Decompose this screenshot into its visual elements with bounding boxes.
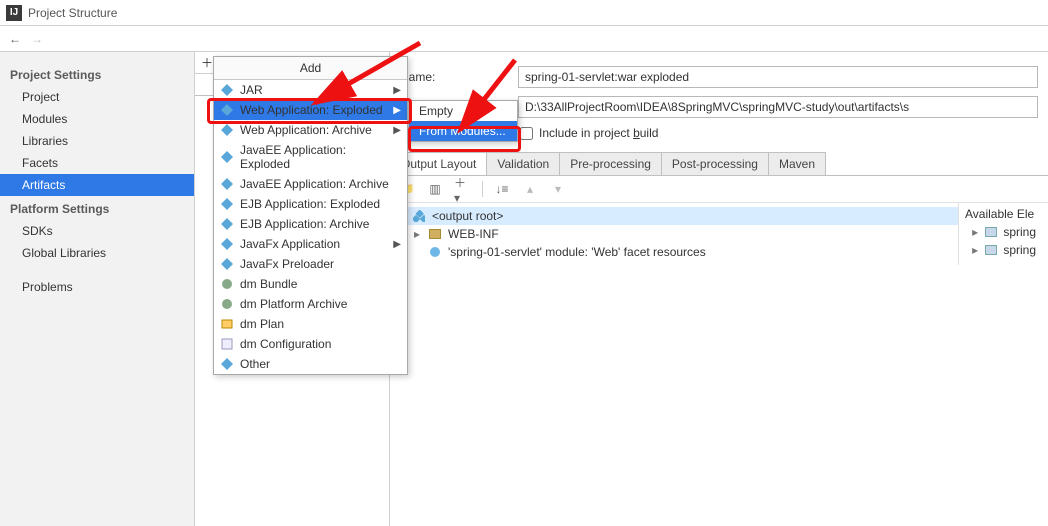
artifact-icon bbox=[412, 209, 426, 223]
web-facet-icon bbox=[428, 245, 442, 259]
sidebar-item-artifacts[interactable]: Artifacts bbox=[0, 174, 194, 196]
available-element[interactable]: ▸spring bbox=[965, 223, 1042, 241]
titlebar: IJ Project Structure bbox=[0, 0, 1048, 26]
menu-item-other[interactable]: Other bbox=[214, 354, 407, 374]
sidebar-item-modules[interactable]: Modules bbox=[0, 108, 194, 130]
output-layout-toolbar: 📁 ▥ ＋▾ ↓≡ ▴ ▾ bbox=[390, 176, 1048, 203]
menu-item-javaee-application-exploded[interactable]: JavaEE Application: Exploded bbox=[214, 140, 407, 174]
sidebar-item-libraries[interactable]: Libraries bbox=[0, 130, 194, 152]
menu-item-dm-bundle[interactable]: dm Bundle bbox=[214, 274, 407, 294]
sidebar: Project Settings ProjectModulesLibraries… bbox=[0, 52, 195, 526]
output-dir-input[interactable] bbox=[518, 96, 1038, 118]
back-button[interactable]: ← bbox=[6, 30, 24, 48]
submenu-item-empty[interactable]: Empty bbox=[409, 101, 517, 121]
sidebar-section-platform-settings: Platform Settings bbox=[0, 196, 194, 220]
artifact-type-icon bbox=[220, 177, 234, 191]
sidebar-item-sdks[interactable]: SDKs bbox=[0, 220, 194, 242]
window-title: Project Structure bbox=[28, 6, 117, 20]
tree-webinf-label: WEB-INF bbox=[448, 227, 499, 241]
sidebar-item-facets[interactable]: Facets bbox=[0, 152, 194, 174]
add-artifact-menu: Add JAR▶Web Application: Exploded▶Web Ap… bbox=[213, 56, 408, 375]
available-elements-panel: Available Ele ▸spring▸spring bbox=[958, 203, 1048, 265]
tree-facet-label: 'spring-01-servlet' module: 'Web' facet … bbox=[448, 245, 706, 259]
tree-root-label: <output root> bbox=[432, 209, 503, 223]
expander-icon[interactable]: ▸ bbox=[971, 243, 979, 257]
sidebar-item-project[interactable]: Project bbox=[0, 86, 194, 108]
submenu-arrow-icon: ▶ bbox=[393, 85, 401, 96]
artifact-type-icon bbox=[220, 237, 234, 251]
submenu-item-from-modules-[interactable]: From Modules... bbox=[409, 121, 517, 141]
artifact-tabs: Output LayoutValidationPre-processingPos… bbox=[390, 152, 1048, 176]
navbar: ← → bbox=[0, 26, 1048, 52]
folder-icon bbox=[985, 243, 997, 257]
sidebar-section-project-settings: Project Settings bbox=[0, 62, 194, 86]
artifact-type-icon bbox=[220, 123, 234, 137]
tree-row[interactable]: ▸ WEB-INF bbox=[390, 225, 958, 243]
menu-item-jar[interactable]: JAR▶ bbox=[214, 80, 407, 100]
app-icon: IJ bbox=[6, 5, 22, 21]
output-layout-tree: ▾ <output root> ▸ WEB-INF 'spring-01-ser… bbox=[390, 203, 958, 265]
tab-maven[interactable]: Maven bbox=[768, 152, 826, 175]
name-input[interactable] bbox=[518, 66, 1038, 88]
available-element[interactable]: ▸spring bbox=[965, 241, 1042, 259]
tab-validation[interactable]: Validation bbox=[486, 152, 560, 175]
folder-icon bbox=[985, 225, 997, 239]
available-elements-title: Available Ele bbox=[965, 207, 1042, 223]
collapse-button[interactable]: ▾ bbox=[549, 180, 567, 198]
submenu-arrow-icon: ▶ bbox=[393, 239, 401, 250]
menu-item-dm-platform-archive[interactable]: dm Platform Archive bbox=[214, 294, 407, 314]
tree-row[interactable]: 'spring-01-servlet' module: 'Web' facet … bbox=[390, 243, 958, 261]
submenu-arrow-icon: ▶ bbox=[393, 125, 401, 136]
menu-item-javafx-application[interactable]: JavaFx Application▶ bbox=[214, 234, 407, 254]
tab-pre-processing[interactable]: Pre-processing bbox=[559, 152, 662, 175]
menu-item-web-application-archive[interactable]: Web Application: Archive▶ bbox=[214, 120, 407, 140]
tree-root[interactable]: ▾ <output root> bbox=[390, 207, 958, 225]
artifact-type-icon bbox=[220, 317, 234, 331]
artifact-type-icon bbox=[220, 103, 234, 117]
tab-post-processing[interactable]: Post-processing bbox=[661, 152, 769, 175]
add-artifact-button[interactable]: ＋ bbox=[201, 54, 213, 71]
forward-button[interactable]: → bbox=[28, 30, 46, 48]
include-in-build-label: Include in project build bbox=[539, 126, 658, 140]
create-archive-button[interactable]: ▥ bbox=[426, 180, 444, 198]
menu-item-ejb-application-archive[interactable]: EJB Application: Archive bbox=[214, 214, 407, 234]
folder-icon bbox=[428, 227, 442, 241]
menu-item-dm-plan[interactable]: dm Plan bbox=[214, 314, 407, 334]
menu-item-web-application-exploded[interactable]: Web Application: Exploded▶ bbox=[214, 100, 407, 120]
menu-item-javaee-application-archive[interactable]: JavaEE Application: Archive bbox=[214, 174, 407, 194]
artifact-type-icon bbox=[220, 277, 234, 291]
expand-button[interactable]: ▴ bbox=[521, 180, 539, 198]
artifact-type-icon bbox=[220, 357, 234, 371]
artifact-type-icon bbox=[220, 83, 234, 97]
submenu-arrow-icon: ▶ bbox=[393, 105, 401, 116]
name-label: Name: bbox=[400, 70, 510, 84]
menu-item-javafx-preloader[interactable]: JavaFx Preloader bbox=[214, 254, 407, 274]
expander-icon[interactable]: ▸ bbox=[971, 225, 979, 239]
artifact-type-icon bbox=[220, 197, 234, 211]
sidebar-item-global-libraries[interactable]: Global Libraries bbox=[0, 242, 194, 264]
expander-icon[interactable]: ▸ bbox=[412, 227, 422, 241]
add-copy-button[interactable]: ＋▾ bbox=[454, 180, 472, 198]
include-in-build-checkbox[interactable] bbox=[520, 127, 533, 140]
menu-item-ejb-application-exploded[interactable]: EJB Application: Exploded bbox=[214, 194, 407, 214]
artifact-type-icon bbox=[220, 150, 234, 164]
add-menu-title: Add bbox=[214, 57, 407, 80]
menu-item-dm-configuration[interactable]: dm Configuration bbox=[214, 334, 407, 354]
sidebar-item-problems[interactable]: Problems bbox=[0, 276, 194, 298]
add-artifact-submenu: EmptyFrom Modules... bbox=[408, 100, 518, 142]
artifact-type-icon bbox=[220, 297, 234, 311]
artifact-type-icon bbox=[220, 257, 234, 271]
artifact-type-icon bbox=[220, 217, 234, 231]
artifact-type-icon bbox=[220, 337, 234, 351]
sort-button[interactable]: ↓≡ bbox=[493, 180, 511, 198]
